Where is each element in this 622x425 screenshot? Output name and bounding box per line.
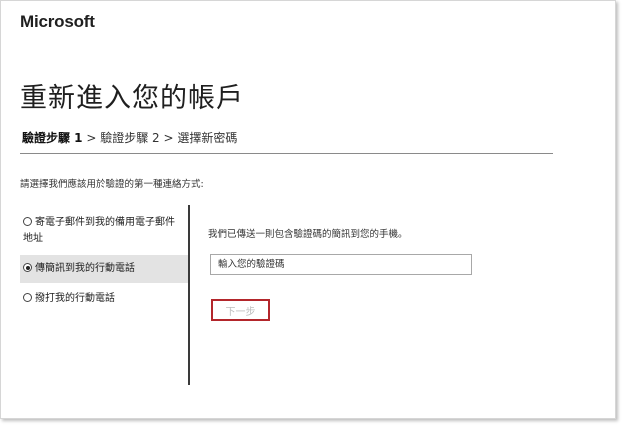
option-call-mobile[interactable]: 撥打我的行動電話	[20, 285, 188, 313]
options-divider	[188, 205, 190, 385]
page-title: 重新進入您的帳戶	[20, 83, 244, 114]
breadcrumb-step-1: 驗證步驟 1	[22, 131, 83, 145]
sms-sent-message: 我們已傳送一則包含驗證碼的簡訊到您的手機。	[208, 229, 408, 240]
microsoft-logo: Microsoft	[20, 12, 95, 31]
option-label: 寄電子郵件到我的備用電子郵件地址	[23, 217, 175, 244]
option-label: 傳簡訊到我的行動電話	[35, 263, 135, 274]
breadcrumb-step-2: 驗證步驟 2	[100, 131, 160, 145]
breadcrumb-separator: >	[82, 131, 101, 145]
next-button[interactable]: 下一步	[211, 299, 270, 321]
radio-button-icon[interactable]	[23, 293, 32, 302]
breadcrumb: 驗證步驟 1 > 驗證步驟 2 > 選擇新密碼	[22, 129, 237, 146]
option-email-alternate[interactable]: 寄電子郵件到我的備用電子郵件地址	[20, 209, 188, 253]
verification-code-input[interactable]	[210, 254, 472, 275]
radio-button-selected-icon[interactable]	[23, 263, 32, 272]
radio-button-icon[interactable]	[23, 217, 32, 226]
option-label: 撥打我的行動電話	[35, 293, 115, 304]
header-divider	[20, 153, 553, 154]
breadcrumb-step-3: 選擇新密碼	[177, 131, 238, 145]
contact-method-options: 寄電子郵件到我的備用電子郵件地址 傳簡訊到我的行動電話 撥打我的行動電話	[20, 209, 188, 313]
contact-method-prompt: 請選擇我們應該用於驗證的第一種連絡方式:	[20, 179, 204, 190]
option-text-mobile[interactable]: 傳簡訊到我的行動電話	[20, 255, 188, 283]
breadcrumb-separator: >	[159, 131, 178, 145]
